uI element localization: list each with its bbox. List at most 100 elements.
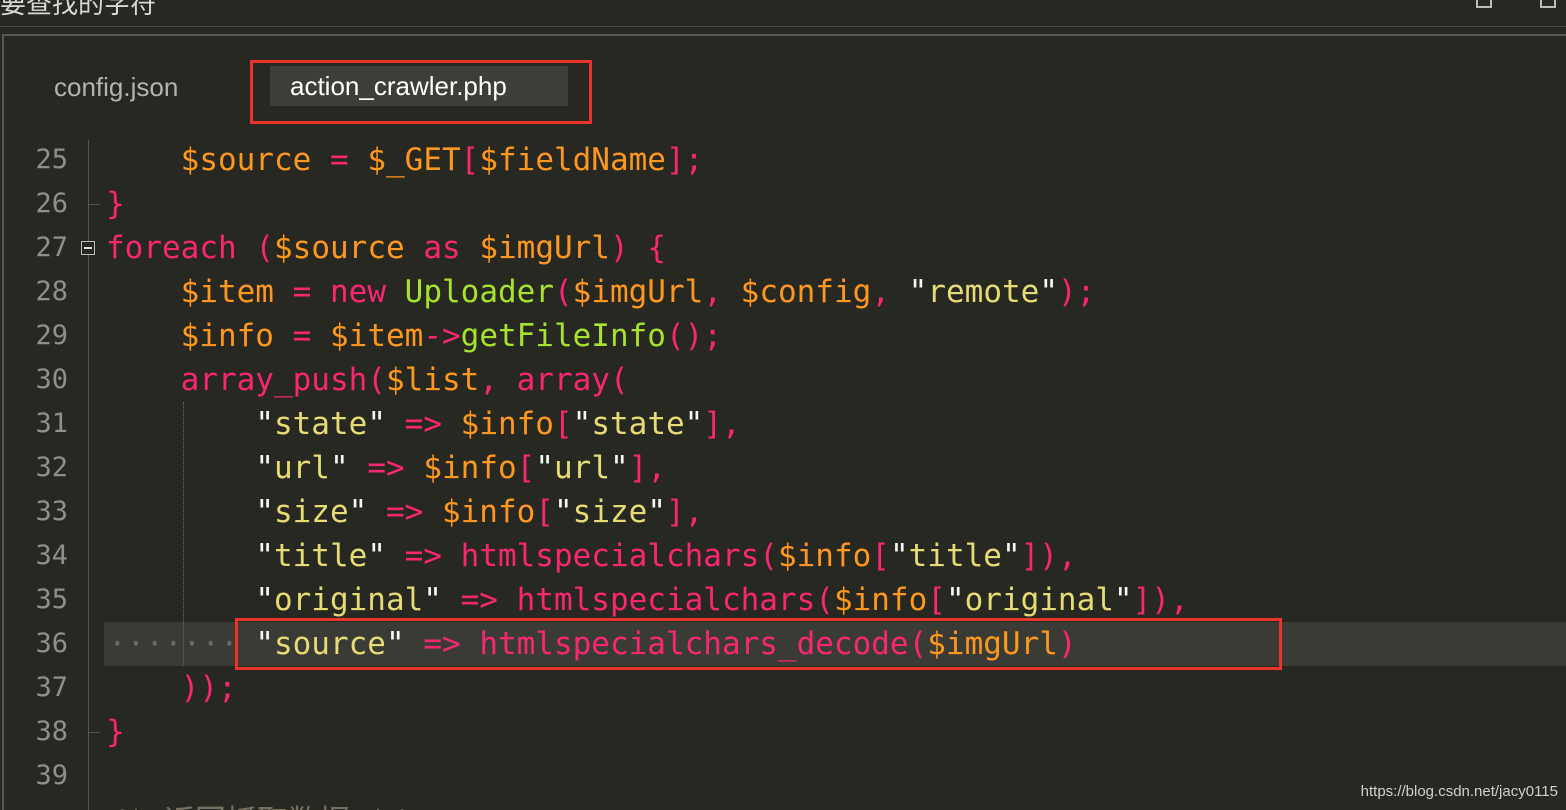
code-token: [ (871, 538, 890, 574)
code-token: ( (815, 582, 834, 618)
code-line[interactable]: 30 array_push($list, array( (4, 358, 1566, 402)
code-line[interactable]: 38} (4, 710, 1566, 754)
code-line[interactable]: 39 (4, 754, 1566, 798)
code-line[interactable]: 26} (4, 182, 1566, 226)
line-number: 26 (35, 188, 68, 219)
code-token: " (385, 626, 405, 662)
code-line[interactable]: 25 $source = $_GET[$fieldName]; (4, 138, 1566, 182)
code-line[interactable]: 35 "original" => htmlspecialchars($info[… (4, 578, 1566, 622)
code-token: = (292, 318, 312, 354)
code-line[interactable]: ······· 36 "source" => htmlspecialchars_d… (4, 622, 1566, 666)
code-text: "state" => $info["state"], (106, 402, 740, 446)
code-line[interactable]: 33 "size" => $info["size"], (4, 490, 1566, 534)
code-token: size (572, 494, 648, 530)
code-token: $_GET (367, 142, 461, 178)
code-text: } (106, 710, 125, 754)
code-token: ; (1076, 274, 1096, 310)
code-token: original (273, 582, 424, 618)
code-token: [ (553, 406, 573, 442)
line-number: 29 (35, 320, 68, 351)
code-token: } (106, 186, 125, 222)
code-token: " (255, 582, 274, 618)
code-token: ] (1132, 582, 1152, 618)
code-token: title (908, 538, 1002, 574)
code-line[interactable]: 28 $item = new Uploader($imgUrl, $config… (4, 270, 1566, 314)
code-token: { (647, 230, 666, 266)
code-line[interactable]: 27 foreach ($source as $imgUrl) { (4, 226, 1566, 270)
code-token: $item (330, 318, 424, 354)
code-token: " (1001, 538, 1021, 574)
code-token: ] (665, 142, 685, 178)
code-line[interactable]: 37 )); (4, 666, 1566, 710)
code-token: source (273, 626, 386, 662)
code-token: " (255, 450, 274, 486)
code-token: ( (665, 318, 685, 354)
code-token: $list (385, 362, 480, 398)
code-token: ) (684, 318, 704, 354)
line-number: 33 (35, 496, 68, 527)
code-token: " (423, 582, 442, 618)
code-line[interactable]: 32 "url" => $info["url"], (4, 446, 1566, 490)
code-text: $item = new Uploader($imgUrl, $config, "… (106, 270, 1096, 314)
code-text: )); (106, 666, 237, 710)
code-token: ( (759, 538, 778, 574)
line-number: 38 (35, 716, 68, 747)
code-token: -> (423, 318, 461, 354)
code-token: , (703, 274, 722, 310)
window-title: 要查找的字符 (0, 0, 157, 20)
layout-icon[interactable] (1540, 0, 1556, 8)
code-token: " (684, 406, 704, 442)
indent-guide (183, 402, 184, 666)
code-token: " (255, 406, 274, 442)
code-token: title (273, 538, 368, 574)
code-line[interactable]: 29 $info = $item->getFileInfo(); (4, 314, 1566, 358)
line-number: 25 (35, 144, 68, 175)
code-line[interactable]: 34 "title" => htmlspecialchars($info["ti… (4, 534, 1566, 578)
code-token: getFileInfo (460, 318, 666, 354)
code-token: = (329, 142, 349, 178)
code-token: ( (255, 230, 274, 266)
code-token: ] (1020, 538, 1040, 574)
code-token: url (554, 450, 610, 486)
fold-end-marker (88, 204, 100, 205)
code-area[interactable]: 25 $source = $_GET[$fieldName]; 26} 27 fore… (4, 36, 1566, 810)
code-token: ( (609, 362, 629, 398)
code-token: ] (703, 406, 722, 442)
code-token: new (330, 274, 386, 310)
code-text: } (106, 182, 125, 226)
line-number: 27 (35, 232, 68, 263)
code-token: => (385, 494, 424, 530)
code-token: , (479, 362, 498, 398)
code-token: => (423, 626, 461, 662)
code-token: " (908, 274, 928, 310)
code-token: ; (703, 318, 722, 354)
code-line[interactable]: 31 "state" => $info["state"], (4, 402, 1566, 446)
code-token: $config (740, 274, 872, 310)
split-view-icon[interactable] (1476, 0, 1492, 8)
code-token: $source (180, 142, 312, 178)
fold-collapse-icon[interactable] (81, 241, 95, 255)
code-token: [ (927, 582, 946, 618)
code-token: [ (535, 494, 554, 530)
code-token: url (273, 450, 330, 486)
code-editor[interactable]: config.json action_crawler.php 25 $sourc… (2, 34, 1566, 810)
code-token: " (945, 582, 965, 618)
